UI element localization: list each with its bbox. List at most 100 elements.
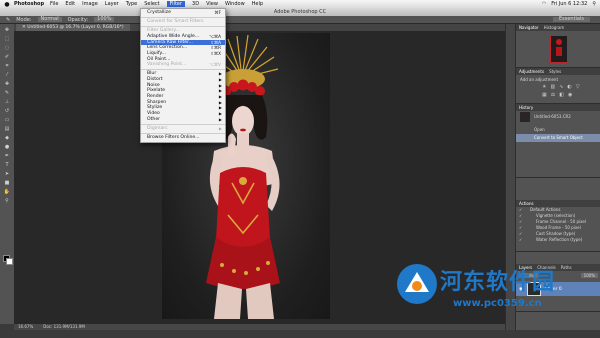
- clock[interactable]: Fri Jun 6 12:32: [551, 1, 587, 7]
- app-menu[interactable]: Photoshop: [14, 1, 44, 7]
- filter-menu-item-label: Pixelate: [147, 88, 166, 94]
- filter-menu-item-label: Crystallize: [147, 10, 171, 15]
- color-balance-icon[interactable]: ⚖: [551, 92, 555, 98]
- filter-menu-item-label: Distort: [147, 77, 163, 82]
- brush-tool-icon[interactable]: ✎: [6, 17, 10, 23]
- history-row-label: Convert to Smart Object: [534, 135, 583, 140]
- filter-menu-item[interactable]: Other ▶: [141, 117, 225, 123]
- tab-history[interactable]: History: [519, 104, 533, 111]
- filter-menu: Crystallize ⌘F Convert for Smart Filters Fi…: [140, 8, 226, 143]
- tab-navigator[interactable]: Navigator: [519, 24, 539, 31]
- exposure-icon[interactable]: ◐: [567, 84, 571, 90]
- wifi-icon[interactable]: ◠: [542, 1, 546, 7]
- watermark-logo: [397, 264, 437, 304]
- action-label: Vignette (selection): [536, 213, 576, 218]
- gradient-tool-icon[interactable]: ▤: [3, 126, 11, 132]
- face: [232, 106, 254, 136]
- tab-adjustments[interactable]: Adjustments: [519, 68, 544, 75]
- search-icon[interactable]: ⚲: [592, 1, 596, 7]
- tab-styles[interactable]: Styles: [549, 68, 561, 75]
- menu-3d[interactable]: 3D: [192, 1, 199, 7]
- type-tool-icon[interactable]: T: [3, 162, 11, 168]
- filter-menu-item-label: Noise: [147, 82, 160, 88]
- menu-file[interactable]: File: [50, 1, 58, 7]
- mode-select[interactable]: Normal: [37, 17, 62, 22]
- filter-menu-item[interactable]: Crystallize ⌘F: [141, 10, 225, 16]
- action-item[interactable]: ✓ Water Reflection (type): [516, 237, 600, 243]
- dodge-tool-icon[interactable]: ●: [3, 144, 11, 150]
- apple-icon[interactable]: ●: [0, 1, 14, 8]
- history-brush-tool-icon[interactable]: ↺: [3, 108, 11, 114]
- path-selection-tool-icon[interactable]: ➤: [3, 171, 11, 177]
- snapshot-name: Untitled-6053.CR2: [534, 114, 571, 119]
- navigator-tabs: Navigator Histogram: [516, 24, 600, 31]
- filter-menu-item-label: Digimarc: [147, 125, 168, 131]
- blur-tool-icon[interactable]: ◆: [3, 135, 11, 141]
- quick-select-tool-icon[interactable]: ✐: [3, 54, 11, 60]
- checkmark-icon[interactable]: ✓: [519, 237, 522, 243]
- marquee-tool-icon[interactable]: ⬚: [3, 36, 11, 42]
- clone-stamp-tool-icon[interactable]: ⊥: [3, 99, 11, 105]
- menu-filter[interactable]: Filter: [166, 1, 186, 7]
- filter-menu-item: Convert for Smart Filters: [141, 19, 225, 25]
- filter-menu-item-label: Video: [147, 111, 160, 117]
- shape-tool-icon[interactable]: ■: [3, 180, 11, 186]
- left-leg: [214, 283, 242, 319]
- menu-window[interactable]: Window: [225, 1, 245, 7]
- menu-view[interactable]: View: [206, 1, 218, 7]
- pen-tool-icon[interactable]: ✒: [3, 153, 11, 159]
- hand-tool-icon[interactable]: ✋: [3, 189, 11, 195]
- brush-tool-icon[interactable]: ✎: [3, 90, 11, 96]
- background-color-swatch[interactable]: [6, 258, 13, 265]
- photo-filter-icon[interactable]: ◉: [568, 92, 572, 98]
- levels-icon[interactable]: ▥: [550, 84, 555, 90]
- opacity-field[interactable]: 100%: [94, 17, 115, 22]
- vibrance-icon[interactable]: ▽: [576, 84, 580, 90]
- menu-help[interactable]: Help: [252, 1, 263, 7]
- menu-layer[interactable]: Layer: [105, 1, 119, 7]
- shortcut-hint: ⌘F: [214, 10, 221, 15]
- eyedropper-tool-icon[interactable]: ⁄: [3, 72, 11, 78]
- actions-panel: ✓ Default Actions ✓ Vignette (selection) ✓…: [516, 207, 600, 252]
- filter-menu-item-label: Sharpen: [147, 99, 167, 105]
- menu-type[interactable]: Type: [126, 1, 137, 7]
- zoom-level[interactable]: 16.67%: [18, 324, 33, 330]
- healing-brush-tool-icon[interactable]: ✚: [3, 81, 11, 87]
- curves-icon[interactable]: ∿: [559, 84, 563, 90]
- submenu-arrow-icon: ▶: [218, 125, 222, 131]
- tab-histogram[interactable]: Histogram: [544, 24, 565, 31]
- zoom-tool-icon[interactable]: ⚲: [3, 198, 11, 204]
- hue-saturation-icon[interactable]: ▦: [542, 92, 547, 98]
- workspace-switcher[interactable]: Essentials: [552, 17, 590, 22]
- options-bar: ✎ Mode: Normal Opacity: 100% Essentials: [0, 16, 600, 24]
- filter-menu-item[interactable]: Browse Filters Online...: [141, 135, 225, 141]
- brightness-icon[interactable]: ☀: [542, 84, 546, 90]
- history-snapshot[interactable]: Untitled-6053.CR2: [516, 111, 600, 123]
- crop-tool-icon[interactable]: ⌗: [3, 63, 11, 69]
- move-tool-icon[interactable]: ✥: [3, 27, 11, 33]
- filter-menu-item-label: Adaptive Wide Angle...: [147, 33, 200, 39]
- lips: [240, 128, 246, 132]
- action-label: Frame Channel - 50 pixel: [536, 219, 586, 224]
- menu-image[interactable]: Image: [82, 1, 98, 7]
- document-tab[interactable]: ✕ Untitled-6053 @ 16.7% (Layer 0, RGB/16…: [16, 24, 130, 31]
- filter-menu-item-label: Camera Raw Filter...: [147, 39, 193, 45]
- eraser-tool-icon[interactable]: ▭: [3, 117, 11, 123]
- menu-edit[interactable]: Edit: [65, 1, 75, 7]
- document-tab-strip: ✕ Untitled-6053 @ 16.7% (Layer 0, RGB/16…: [14, 24, 514, 31]
- filter-menu-item-label: Vanishing Point...: [147, 62, 187, 68]
- navigator-panel: [516, 31, 600, 68]
- lasso-tool-icon[interactable]: ◌: [3, 45, 11, 51]
- adjustments-tabs: Adjustments Styles: [516, 68, 600, 75]
- navigator-thumbnail[interactable]: [550, 35, 568, 63]
- history-row-label: Open: [534, 127, 545, 132]
- snapshot-thumbnail: [520, 112, 530, 122]
- tab-actions[interactable]: Actions: [519, 200, 534, 207]
- filter-menu-item-label: Liquify...: [147, 50, 166, 56]
- history-row-selected[interactable]: Convert to Smart Object: [516, 134, 600, 142]
- mode-label: Mode:: [16, 16, 32, 23]
- black-white-icon[interactable]: ◧: [559, 92, 564, 98]
- history-row[interactable]: Open: [516, 126, 600, 134]
- document-tab-title: Untitled-6053 @ 16.7% (Layer 0, RGB/16*): [27, 25, 124, 30]
- menu-select[interactable]: Select: [144, 1, 159, 7]
